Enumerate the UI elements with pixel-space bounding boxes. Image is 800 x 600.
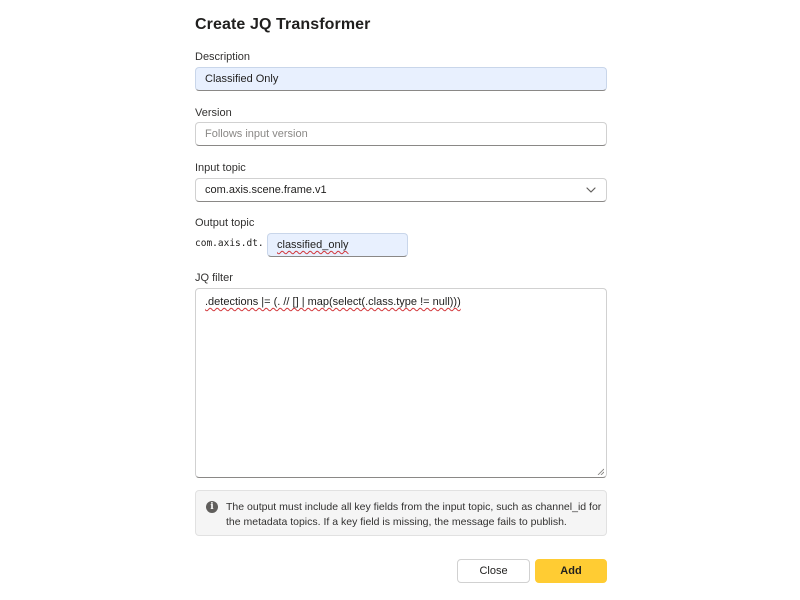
jq-filter-textarea[interactable]: .detections |= (. // [] | map(select(.cl… [195, 288, 607, 478]
dialog-title: Create JQ Transformer [195, 16, 371, 33]
input-topic-selected: com.axis.scene.frame.v1 [205, 184, 327, 196]
description-value: Classified Only [205, 73, 279, 85]
version-input[interactable] [195, 122, 607, 146]
jq-filter-label: JQ filter [195, 272, 233, 284]
description-input[interactable]: Classified Only [195, 67, 607, 91]
info-icon: i [206, 501, 218, 513]
input-topic-dropdown[interactable]: com.axis.scene.frame.v1 [195, 178, 607, 202]
add-button[interactable]: Add [535, 559, 607, 583]
input-topic-label: Input topic [195, 162, 246, 174]
output-topic-label: Output topic [195, 217, 255, 229]
version-label: Version [195, 107, 232, 119]
output-topic-input[interactable]: classified_only [267, 233, 408, 257]
info-message: i The output must include all key fields… [195, 490, 607, 536]
output-topic-value: classified_only [277, 239, 349, 251]
create-transformer-dialog: Create JQ Transformer Description Classi… [195, 0, 607, 600]
resize-grip-icon[interactable] [597, 468, 604, 475]
output-topic-prefix: com.axis.dt. [195, 238, 264, 249]
jq-filter-value: .detections |= (. // [] | map(select(.cl… [205, 296, 461, 308]
info-text: The output must include all key fields f… [226, 501, 602, 528]
chevron-down-icon [586, 187, 596, 193]
description-label: Description [195, 51, 251, 63]
close-button[interactable]: Close [457, 559, 530, 583]
